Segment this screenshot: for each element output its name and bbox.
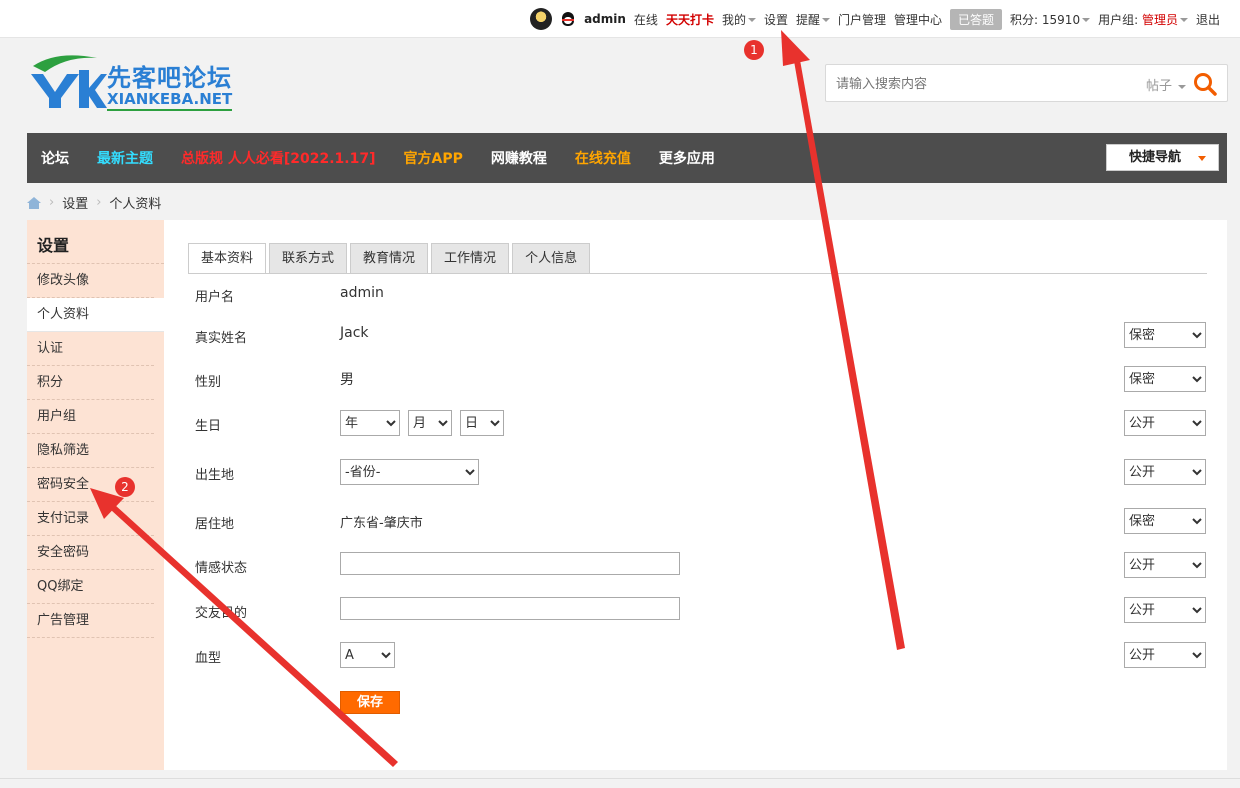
avatar[interactable] (530, 8, 553, 30)
lookingfor-label: 交友目的 (195, 606, 248, 621)
breadcrumb-separator: › (49, 195, 55, 210)
home-icon[interactable] (27, 196, 41, 209)
bloodtype-privacy-select[interactable]: 公开 (1124, 642, 1206, 668)
lookingfor-input[interactable] (340, 597, 680, 620)
nav-item-2[interactable]: 总版规 人人必看[2022.1.17] (181, 148, 376, 168)
chevron-down-icon (1082, 18, 1091, 22)
logout-link[interactable]: 退出 (1196, 11, 1220, 28)
tab-4[interactable]: 个人信息 (512, 243, 591, 273)
settings-link[interactable]: 设置 (764, 11, 788, 28)
answered-badge[interactable]: 已答题 (950, 8, 1003, 30)
breadcrumb-current: 个人资料 (109, 197, 162, 212)
checkin-link[interactable]: 天天打卡 (666, 11, 714, 28)
nav-item-1[interactable]: 最新主题 (97, 148, 153, 168)
residence-value: 广东省-肇庆市 (340, 516, 423, 531)
search-icon[interactable] (1192, 71, 1218, 97)
realname-value: Jack (340, 325, 369, 341)
bloodtype-label: 血型 (195, 651, 222, 666)
realname-label: 真实姓名 (195, 331, 248, 346)
gender-value: 男 (340, 372, 354, 388)
username-label: 用户名 (195, 290, 235, 305)
top-bar: admin 在线 天天打卡 我的 设置 提醒 门户管理 管理中心 已答题 积分:… (0, 0, 1240, 38)
chevron-down-icon (1179, 18, 1188, 22)
affective-label: 情感状态 (195, 561, 248, 576)
sidebar-item-1[interactable]: 个人资料 (27, 298, 164, 332)
nav-item-5[interactable]: 在线充值 (575, 148, 631, 168)
birth-month-select[interactable]: 月 (408, 410, 452, 436)
save-button[interactable]: 保存 (340, 691, 400, 714)
affective-input[interactable] (340, 552, 680, 575)
sidebar-item-8[interactable]: 安全密码 (27, 536, 154, 570)
tab-1[interactable]: 联系方式 (269, 243, 348, 273)
points-menu[interactable]: 积分: 15910 (1010, 11, 1091, 28)
birthday-privacy-select[interactable]: 公开 (1124, 410, 1206, 436)
chevron-down-icon (1178, 84, 1187, 89)
bloodtype-select[interactable]: A (340, 642, 395, 668)
header: 先客吧论坛 XIANKEBA.NET 帖子 (0, 38, 1240, 133)
annotation-badge-2: 2 (115, 477, 135, 497)
sidebar-item-7[interactable]: 支付记录 (27, 502, 154, 536)
breadcrumb: › 设置 › 个人资料 (27, 193, 161, 212)
logo-mark-icon (31, 55, 107, 108)
breadcrumb-separator: › (96, 195, 102, 210)
chevron-down-icon (822, 18, 830, 22)
sidebar-item-3[interactable]: 积分 (27, 366, 154, 400)
lookingfor-privacy-select[interactable]: 公开 (1124, 597, 1206, 623)
username-link[interactable]: admin (584, 12, 626, 26)
quick-nav-button[interactable]: 快捷导航 (1106, 144, 1219, 171)
username-value: admin (340, 285, 384, 301)
realname-privacy-select[interactable]: 保密 (1124, 322, 1206, 348)
tab-2[interactable]: 教育情况 (350, 243, 429, 273)
sidebar-item-0[interactable]: 修改头像 (27, 264, 154, 298)
online-status[interactable]: 在线 (634, 11, 658, 28)
main-nav: 论坛 最新主题 总版规 人人必看[2022.1.17] 官方APP 网赚教程 在线充值 更多… (27, 133, 1227, 183)
birthplace-privacy-select[interactable]: 公开 (1124, 459, 1206, 485)
chevron-down-icon (747, 18, 756, 22)
logo-text-en: XIANKEBA.NET (107, 90, 233, 111)
chevron-down-icon (1198, 156, 1206, 161)
search-type-select[interactable]: 帖子 (1146, 75, 1187, 94)
sidebar-item-9[interactable]: QQ绑定 (27, 570, 154, 604)
gender-label: 性别 (195, 375, 222, 390)
tab-3[interactable]: 工作情况 (431, 243, 510, 273)
nav-item-6[interactable]: 更多应用 (659, 148, 715, 168)
remind-menu[interactable]: 提醒 (796, 11, 830, 28)
birth-year-select[interactable]: 年 (340, 410, 400, 436)
tab-divider (188, 273, 1207, 274)
residence-privacy-select[interactable]: 保密 (1124, 508, 1206, 534)
admin-center-link[interactable]: 管理中心 (894, 11, 942, 28)
mine-menu[interactable]: 我的 (722, 11, 756, 28)
nav-item-0[interactable]: 论坛 (41, 148, 69, 168)
sidebar-title: 设置 (27, 220, 164, 264)
footer-divider (0, 778, 1240, 779)
annotation-badge-1: 1 (744, 40, 764, 60)
sidebar-item-10[interactable]: 广告管理 (27, 604, 154, 638)
birth-day-select[interactable]: 日 (460, 410, 504, 436)
tab-0[interactable]: 基本资料 (188, 243, 267, 274)
birthplace-label: 出生地 (195, 468, 235, 483)
nav-item-3[interactable]: 官方APP (404, 148, 463, 168)
site-logo[interactable]: 先客吧论坛 XIANKEBA.NET (27, 52, 237, 114)
sidebar-item-4[interactable]: 用户组 (27, 400, 154, 434)
residence-label: 居住地 (195, 517, 235, 532)
breadcrumb-settings[interactable]: 设置 (62, 193, 88, 212)
qq-icon[interactable] (560, 10, 576, 28)
sidebar-item-2[interactable]: 认证 (27, 332, 154, 366)
portal-manage-link[interactable]: 门户管理 (838, 11, 886, 28)
gender-privacy-select[interactable]: 保密 (1124, 366, 1206, 392)
search-box: 帖子 (825, 64, 1228, 102)
nav-item-4[interactable]: 网赚教程 (491, 148, 547, 168)
profile-panel: 基本资料 联系方式 教育情况 工作情况 个人信息 用户名 admin 真实姓名 Jack… (164, 220, 1227, 770)
sidebar-item-5[interactable]: 隐私筛选 (27, 434, 154, 468)
affective-privacy-select[interactable]: 公开 (1124, 552, 1206, 578)
birthday-label: 生日 (195, 419, 222, 434)
birthplace-province-select[interactable]: -省份- (340, 459, 479, 485)
logo-text-cn: 先客吧论坛 (107, 64, 232, 92)
settings-sidebar: 设置 修改头像 个人资料 认证 积分 用户组 隐私筛选 密码安全 支付记录 安全密码 QQ绑定 广告… (27, 220, 164, 770)
search-input[interactable] (836, 73, 1126, 95)
usergroup-menu[interactable]: 用户组: 管理员 (1098, 11, 1188, 28)
